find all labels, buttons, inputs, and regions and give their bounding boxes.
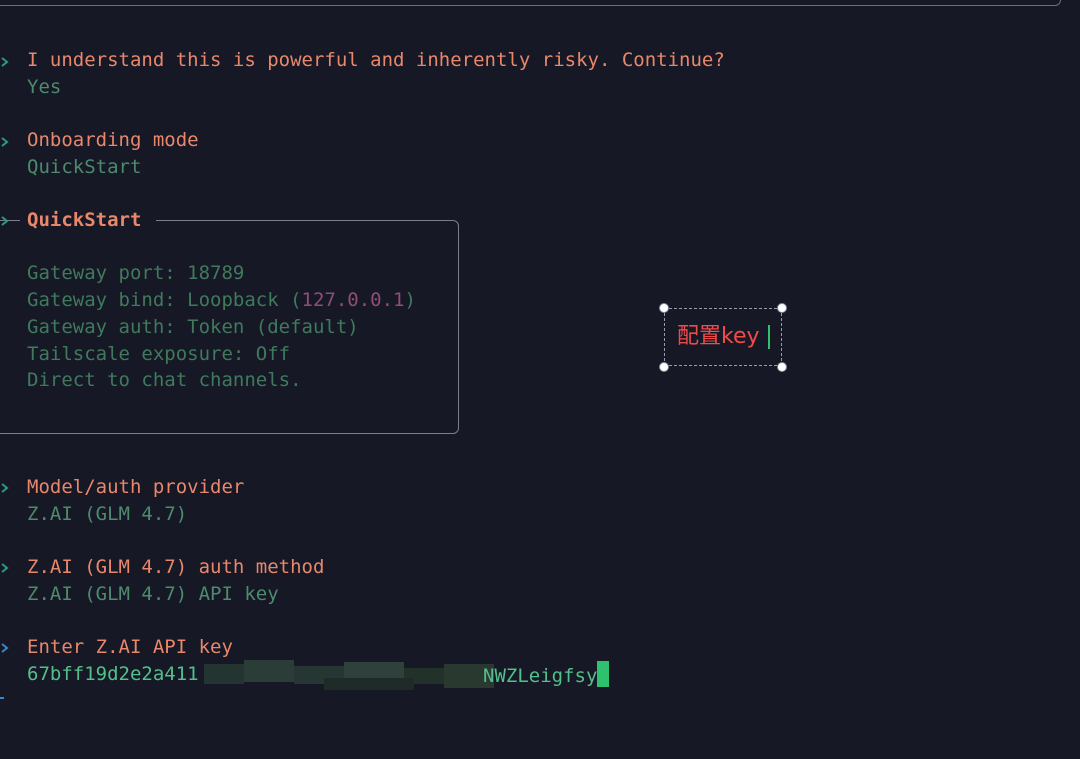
api-key-question: Enter Z.AI API key <box>27 636 233 658</box>
provider-answer: Z.AI (GLM 4.7) <box>27 503 188 525</box>
quickstart-title: QuickStart <box>27 209 142 231</box>
chevron-right-icon <box>1 57 9 67</box>
api-key-value-end[interactable]: NWZLeigfsy <box>483 661 610 688</box>
gateway-bind-line: Gateway bind: Loopback (127.0.0.1) <box>27 287 416 314</box>
auth-method-answer: Z.AI (GLM 4.7) API key <box>27 583 279 605</box>
gateway-bind-ip: 127.0.0.1 <box>301 289 405 311</box>
api-key-value-start[interactable]: 67bff19d2e2a411 <box>27 661 199 688</box>
chevron-right-icon <box>1 643 9 653</box>
redacted-key-segment <box>204 658 494 692</box>
provider-question: Model/auth provider <box>27 476 245 498</box>
gateway-auth-line: Gateway auth: Token (default) <box>27 316 359 338</box>
chevron-right-icon <box>1 216 9 226</box>
resize-handle-bottom-left[interactable] <box>659 362 669 372</box>
gateway-bind-prefix: Gateway bind: Loopback ( <box>27 289 302 311</box>
risk-answer: Yes <box>27 76 62 98</box>
resize-handle-bottom-right[interactable] <box>777 362 787 372</box>
annotation-text[interactable]: 配置key <box>677 322 760 352</box>
terminal-cursor <box>597 661 610 687</box>
risk-question: I understand this is powerful and inhere… <box>27 49 725 71</box>
auth-method-question: Z.AI (GLM 4.7) auth method <box>27 556 325 578</box>
gateway-port-line: Gateway port: 18789 <box>27 262 245 284</box>
annotation-text-caret <box>768 325 770 349</box>
onboarding-mode-question: Onboarding mode <box>27 129 199 151</box>
resize-handle-top-right[interactable] <box>777 303 787 313</box>
previous-output-box <box>0 0 1061 6</box>
tailscale-line: Tailscale exposure: Off <box>27 343 291 365</box>
prompt-guide-mark <box>0 697 4 699</box>
direct-channels-line: Direct to chat channels. <box>27 369 302 391</box>
api-key-value-end-text: NWZLeigfsy <box>483 665 598 687</box>
chevron-right-icon <box>1 483 9 493</box>
chevron-right-icon <box>1 137 9 147</box>
chevron-right-icon <box>1 563 9 573</box>
onboarding-mode-answer: QuickStart <box>27 156 142 178</box>
resize-handle-top-left[interactable] <box>659 303 669 313</box>
gateway-bind-suffix: ) <box>404 289 416 311</box>
